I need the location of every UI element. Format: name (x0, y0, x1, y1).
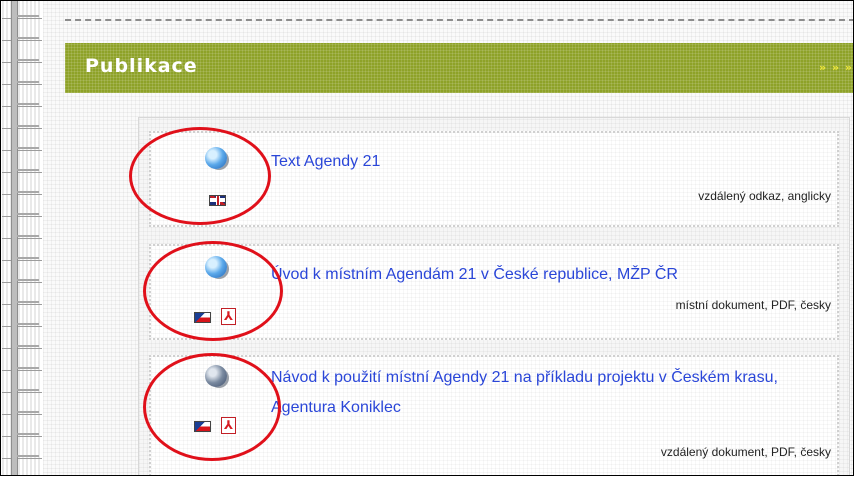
spiral-binding (2, 1, 42, 475)
publication-meta: vzdálený dokument, PDF, česky (660, 445, 831, 459)
publication-item: ⅄ Úvod k místním Agendám 21 v České repu… (149, 244, 839, 340)
globe-icon[interactable] (205, 147, 227, 169)
pdf-icon[interactable]: ⅄ (221, 417, 236, 434)
more-arrows[interactable]: » » » (819, 61, 853, 74)
binding-hooks (17, 1, 39, 475)
publication-meta: vzdálený odkaz, anglicky (698, 189, 831, 203)
publication-item: ⅄ Návod k použití místní Agendy 21 na př… (149, 355, 839, 475)
czech-flag-icon (194, 421, 211, 432)
publication-link[interactable]: Text Agendy 21 (271, 147, 831, 177)
publication-meta: místní dokument, PDF, česky (675, 298, 831, 312)
globe-document-icon[interactable] (205, 365, 227, 387)
publication-link[interactable]: Návod k použití místní Agendy 21 na přík… (271, 363, 831, 423)
uk-flag-icon (209, 195, 226, 206)
section-title: Publikace (85, 55, 198, 77)
dotted-divider (65, 19, 853, 21)
publication-link[interactable]: Úvod k místním Agendám 21 v České republ… (271, 260, 831, 290)
content-area: Publikace » » » Text Agendy 21 vzdálený … (43, 1, 853, 475)
page-frame: Publikace » » » Text Agendy 21 vzdálený … (0, 0, 854, 476)
pdf-icon[interactable]: ⅄ (221, 308, 236, 325)
section-header: Publikace » » » (65, 43, 853, 93)
globe-icon[interactable] (205, 256, 227, 278)
publication-item: Text Agendy 21 vzdálený odkaz, anglicky (149, 131, 839, 227)
czech-flag-icon (194, 312, 211, 323)
